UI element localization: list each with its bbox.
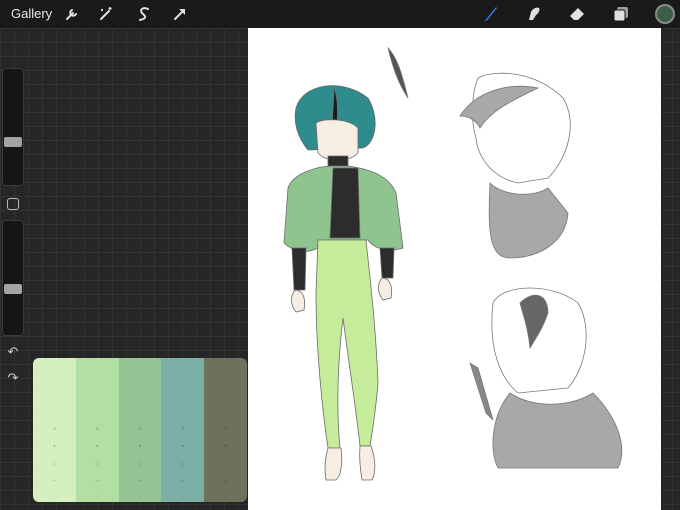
brush-size-slider[interactable] — [2, 68, 24, 186]
palette-mark: ▪ — [181, 443, 185, 450]
character-figure — [283, 85, 404, 481]
eraser-icon[interactable] — [567, 4, 587, 24]
palette-mark: ◌ — [52, 494, 57, 501]
sketch-head-chibi — [469, 287, 623, 469]
drawing-canvas[interactable] — [248, 28, 661, 510]
palette-mark: ◌ — [223, 494, 228, 501]
palette-swatch[interactable]: × ▪ ☆ ↔ ◌ — [204, 358, 247, 502]
palette-mark: ☆ — [94, 461, 101, 468]
palette-swatch[interactable]: × ▪ ☆ ↔ ◌ — [75, 358, 119, 502]
magic-wand-icon[interactable] — [96, 4, 116, 24]
color-picker-button[interactable] — [655, 4, 675, 24]
palette-mark: ↔ — [136, 477, 144, 484]
top-toolbar: Gallery — [0, 0, 680, 28]
left-sidebar: ↶ ↷ — [2, 68, 24, 390]
palette-mark: ▪ — [53, 443, 56, 450]
palette-mark: ▪ — [95, 443, 99, 450]
palette-mark: ◌ — [95, 494, 100, 501]
palette-mark: ◌ — [137, 494, 143, 501]
palette-mark: × — [52, 426, 57, 433]
undo-icon[interactable]: ↶ — [6, 345, 20, 359]
opacity-slider[interactable] — [2, 220, 24, 336]
smudge-icon[interactable] — [524, 4, 544, 24]
palette-mark: ▪ — [138, 443, 142, 450]
sketch-head-profile — [387, 46, 571, 259]
redo-icon[interactable]: ↷ — [6, 371, 20, 385]
gallery-button[interactable]: Gallery — [11, 6, 52, 21]
palette-mark: × — [223, 426, 228, 433]
palette-swatch[interactable]: × ▪ ☆ ↔ ◌ — [161, 358, 205, 502]
palette-mark: × — [95, 426, 100, 433]
layers-icon[interactable] — [611, 4, 631, 24]
opacity-thumb[interactable] — [4, 284, 22, 294]
palette-mark: × — [137, 426, 143, 433]
palette-mark: ☆ — [222, 461, 229, 468]
transform-arrow-icon[interactable] — [170, 4, 190, 24]
modifier-square-icon[interactable] — [7, 198, 19, 210]
palette-swatch[interactable]: × ▪ ☆ ↔ ◌ — [118, 358, 162, 502]
brush-size-thumb[interactable] — [4, 137, 22, 147]
palette-mark: ↔ — [50, 477, 58, 484]
brush-icon[interactable] — [480, 4, 500, 24]
selection-icon[interactable] — [134, 4, 154, 24]
palette-mark: ↔ — [179, 477, 187, 484]
palette-mark: ☆ — [136, 461, 144, 468]
wrench-icon[interactable] — [61, 4, 81, 24]
palette-mark: ☆ — [51, 461, 58, 468]
palette-mark: ☆ — [179, 461, 186, 468]
palette-mark: ↔ — [222, 477, 230, 484]
color-palette[interactable]: × ▪ ☆ ↔ ◌ × ▪ ☆ ↔ ◌ × ▪ ☆ ↔ ◌ × ▪ ☆ ↔ ◌ × ▪ ☆ ↔ ◌ — [33, 358, 247, 502]
palette-mark: ↔ — [93, 477, 101, 484]
palette-mark: × — [180, 426, 185, 433]
artwork — [283, 46, 623, 481]
palette-mark: ▪ — [224, 443, 227, 450]
palette-mark: ◌ — [180, 494, 185, 501]
palette-swatch[interactable]: × ▪ ☆ ↔ ◌ — [33, 358, 76, 502]
